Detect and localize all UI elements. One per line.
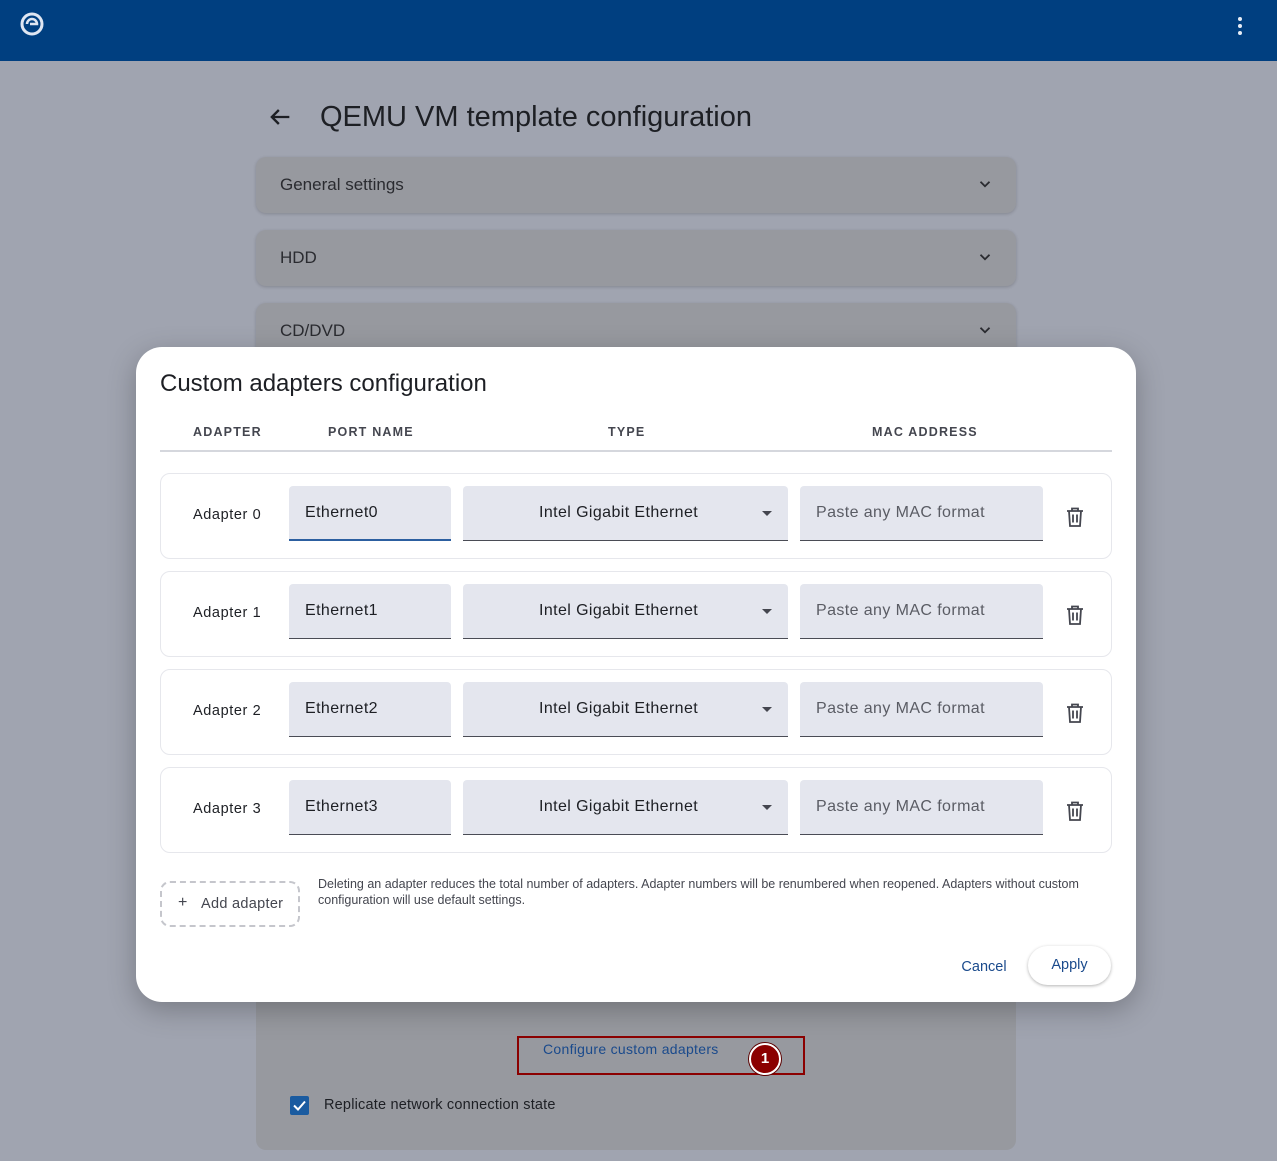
apply-button[interactable]: Apply — [1028, 946, 1111, 985]
section-general-settings[interactable]: General settings — [256, 157, 1016, 213]
port-name-input[interactable]: Ethernet2 — [289, 682, 451, 737]
column-header-port-name: PORT NAME — [328, 425, 414, 439]
adapter-type-select[interactable]: Intel Gigabit Ethernet — [463, 682, 788, 737]
header-divider — [160, 450, 1112, 452]
adapter-type-value: Intel Gigabit Ethernet — [539, 504, 699, 521]
mac-address-placeholder: Paste any MAC format — [816, 504, 985, 521]
mac-address-input[interactable]: Paste any MAC format — [800, 486, 1043, 541]
port-name-value: Ethernet0 — [305, 504, 378, 521]
mac-address-input[interactable]: Paste any MAC format — [800, 780, 1043, 835]
chevron-down-icon — [979, 181, 991, 188]
adapter-label: Adapter 2 — [193, 703, 262, 719]
dropdown-arrow-icon — [762, 609, 772, 614]
adapter-type-value: Intel Gigabit Ethernet — [539, 602, 699, 619]
plus-icon: + — [178, 894, 188, 911]
delete-adapter-icon[interactable] — [1066, 605, 1084, 625]
adapter-row: Adapter 1 Ethernet1 Intel Gigabit Ethern… — [160, 571, 1112, 657]
column-header-type: TYPE — [608, 425, 646, 439]
more-options-icon[interactable] — [1228, 14, 1252, 46]
delete-adapter-icon[interactable] — [1066, 507, 1084, 527]
adapter-row: Adapter 0 Ethernet0 Intel Gigabit Ethern… — [160, 473, 1112, 559]
port-name-input[interactable]: Ethernet1 — [289, 584, 451, 639]
dialog-title: Custom adapters configuration — [160, 370, 487, 397]
adapter-label: Adapter 1 — [193, 605, 262, 621]
adapter-row: Adapter 3 Ethernet3 Intel Gigabit Ethern… — [160, 767, 1112, 853]
chevron-down-icon — [979, 327, 991, 334]
app-bar — [0, 0, 1277, 61]
column-header-mac-address: MAC ADDRESS — [872, 425, 978, 439]
section-label: General settings — [280, 175, 404, 194]
section-hdd[interactable]: HDD — [256, 230, 1016, 286]
port-name-value: Ethernet2 — [305, 700, 378, 717]
adapter-type-select[interactable]: Intel Gigabit Ethernet — [463, 584, 788, 639]
adapter-hint-text: Deleting an adapter reduces the total nu… — [318, 877, 1079, 907]
mac-address-placeholder: Paste any MAC format — [816, 700, 985, 717]
delete-adapter-icon[interactable] — [1066, 801, 1084, 821]
mac-address-input[interactable]: Paste any MAC format — [800, 584, 1043, 639]
mac-address-placeholder: Paste any MAC format — [816, 602, 985, 619]
adapter-label: Adapter 0 — [193, 507, 262, 523]
dropdown-arrow-icon — [762, 707, 772, 712]
adapter-type-select[interactable]: Intel Gigabit Ethernet — [463, 780, 788, 835]
replicate-label: Replicate network connection state — [324, 1097, 556, 1113]
adapter-label: Adapter 3 — [193, 801, 262, 817]
adapter-type-value: Intel Gigabit Ethernet — [539, 700, 699, 717]
back-arrow-icon[interactable] — [266, 103, 294, 131]
delete-adapter-icon[interactable] — [1066, 703, 1084, 723]
adapter-type-value: Intel Gigabit Ethernet — [539, 798, 699, 815]
chevron-down-icon — [979, 254, 991, 261]
mac-address-placeholder: Paste any MAC format — [816, 798, 985, 815]
port-name-input[interactable]: Ethernet3 — [289, 780, 451, 835]
port-name-value: Ethernet3 — [305, 798, 378, 815]
cancel-button[interactable]: Cancel — [952, 949, 1016, 985]
adapter-type-select[interactable]: Intel Gigabit Ethernet — [463, 486, 788, 541]
add-adapter-label: Add adapter — [201, 896, 284, 912]
port-name-input[interactable]: Ethernet0 — [289, 486, 451, 541]
step-marker: 1 — [749, 1043, 781, 1075]
section-label: HDD — [280, 248, 317, 267]
replicate-checkbox[interactable] — [290, 1096, 309, 1115]
dropdown-arrow-icon — [762, 805, 772, 810]
port-name-value: Ethernet1 — [305, 602, 378, 619]
app-logo-icon[interactable] — [20, 12, 44, 36]
section-label: CD/DVD — [280, 321, 346, 340]
custom-adapters-dialog: Custom adapters configuration ADAPTER PO… — [136, 347, 1136, 1002]
mac-address-input[interactable]: Paste any MAC format — [800, 682, 1043, 737]
add-adapter-button[interactable]: + Add adapter — [160, 881, 300, 927]
column-header-adapter: ADAPTER — [193, 425, 262, 439]
dropdown-arrow-icon — [762, 511, 772, 516]
adapter-row: Adapter 2 Ethernet2 Intel Gigabit Ethern… — [160, 669, 1112, 755]
page-title: QEMU VM template configuration — [320, 101, 752, 133]
